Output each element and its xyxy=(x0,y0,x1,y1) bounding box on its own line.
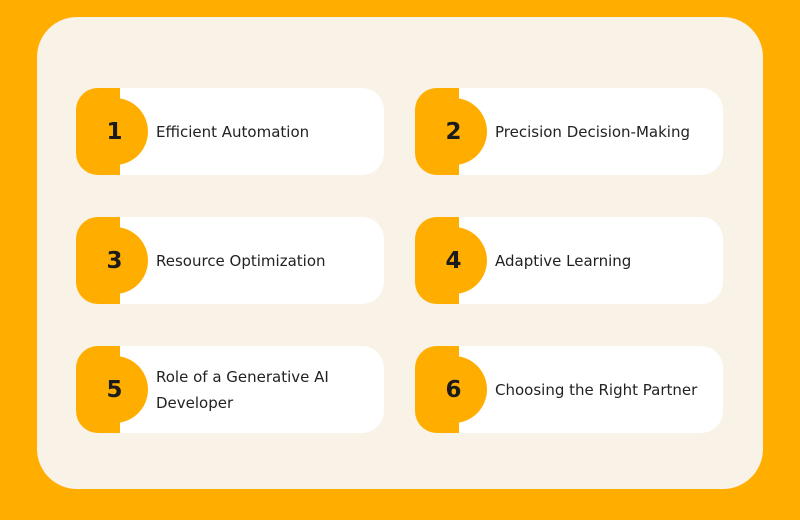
item-label-container: Role of a Generative AI Developer xyxy=(156,346,372,433)
item-label-container: Adaptive Learning xyxy=(495,217,711,304)
item-card-1: 1 Efficient Automation xyxy=(76,88,384,175)
item-card-2: 2 Precision Decision-Making xyxy=(415,88,723,175)
item-card-3: 3 Resource Optimization xyxy=(76,217,384,304)
item-label: Choosing the Right Partner xyxy=(495,380,698,399)
item-label-container: Choosing the Right Partner xyxy=(495,346,711,433)
number-badge: 5 xyxy=(81,356,148,423)
item-label: Adaptive Learning xyxy=(495,251,632,270)
item-label: Precision Decision-Making xyxy=(495,122,690,141)
number-badge: 2 xyxy=(420,98,487,165)
item-label: Efficient Automation xyxy=(156,122,310,141)
item-label: Role of a Generative AI Developer xyxy=(156,367,329,412)
item-card-5: 5 Role of a Generative AI Developer xyxy=(76,346,384,433)
number-badge: 1 xyxy=(81,98,148,165)
item-label-container: Precision Decision-Making xyxy=(495,88,711,175)
number-badge: 3 xyxy=(81,227,148,294)
item-label: Resource Optimization xyxy=(156,251,326,270)
number-badge: 6 xyxy=(420,356,487,423)
item-card-4: 4 Adaptive Learning xyxy=(415,217,723,304)
item-label-container: Efficient Automation xyxy=(156,88,372,175)
item-label-container: Resource Optimization xyxy=(156,217,372,304)
number-badge: 4 xyxy=(420,227,487,294)
item-card-6: 6 Choosing the Right Partner xyxy=(415,346,723,433)
